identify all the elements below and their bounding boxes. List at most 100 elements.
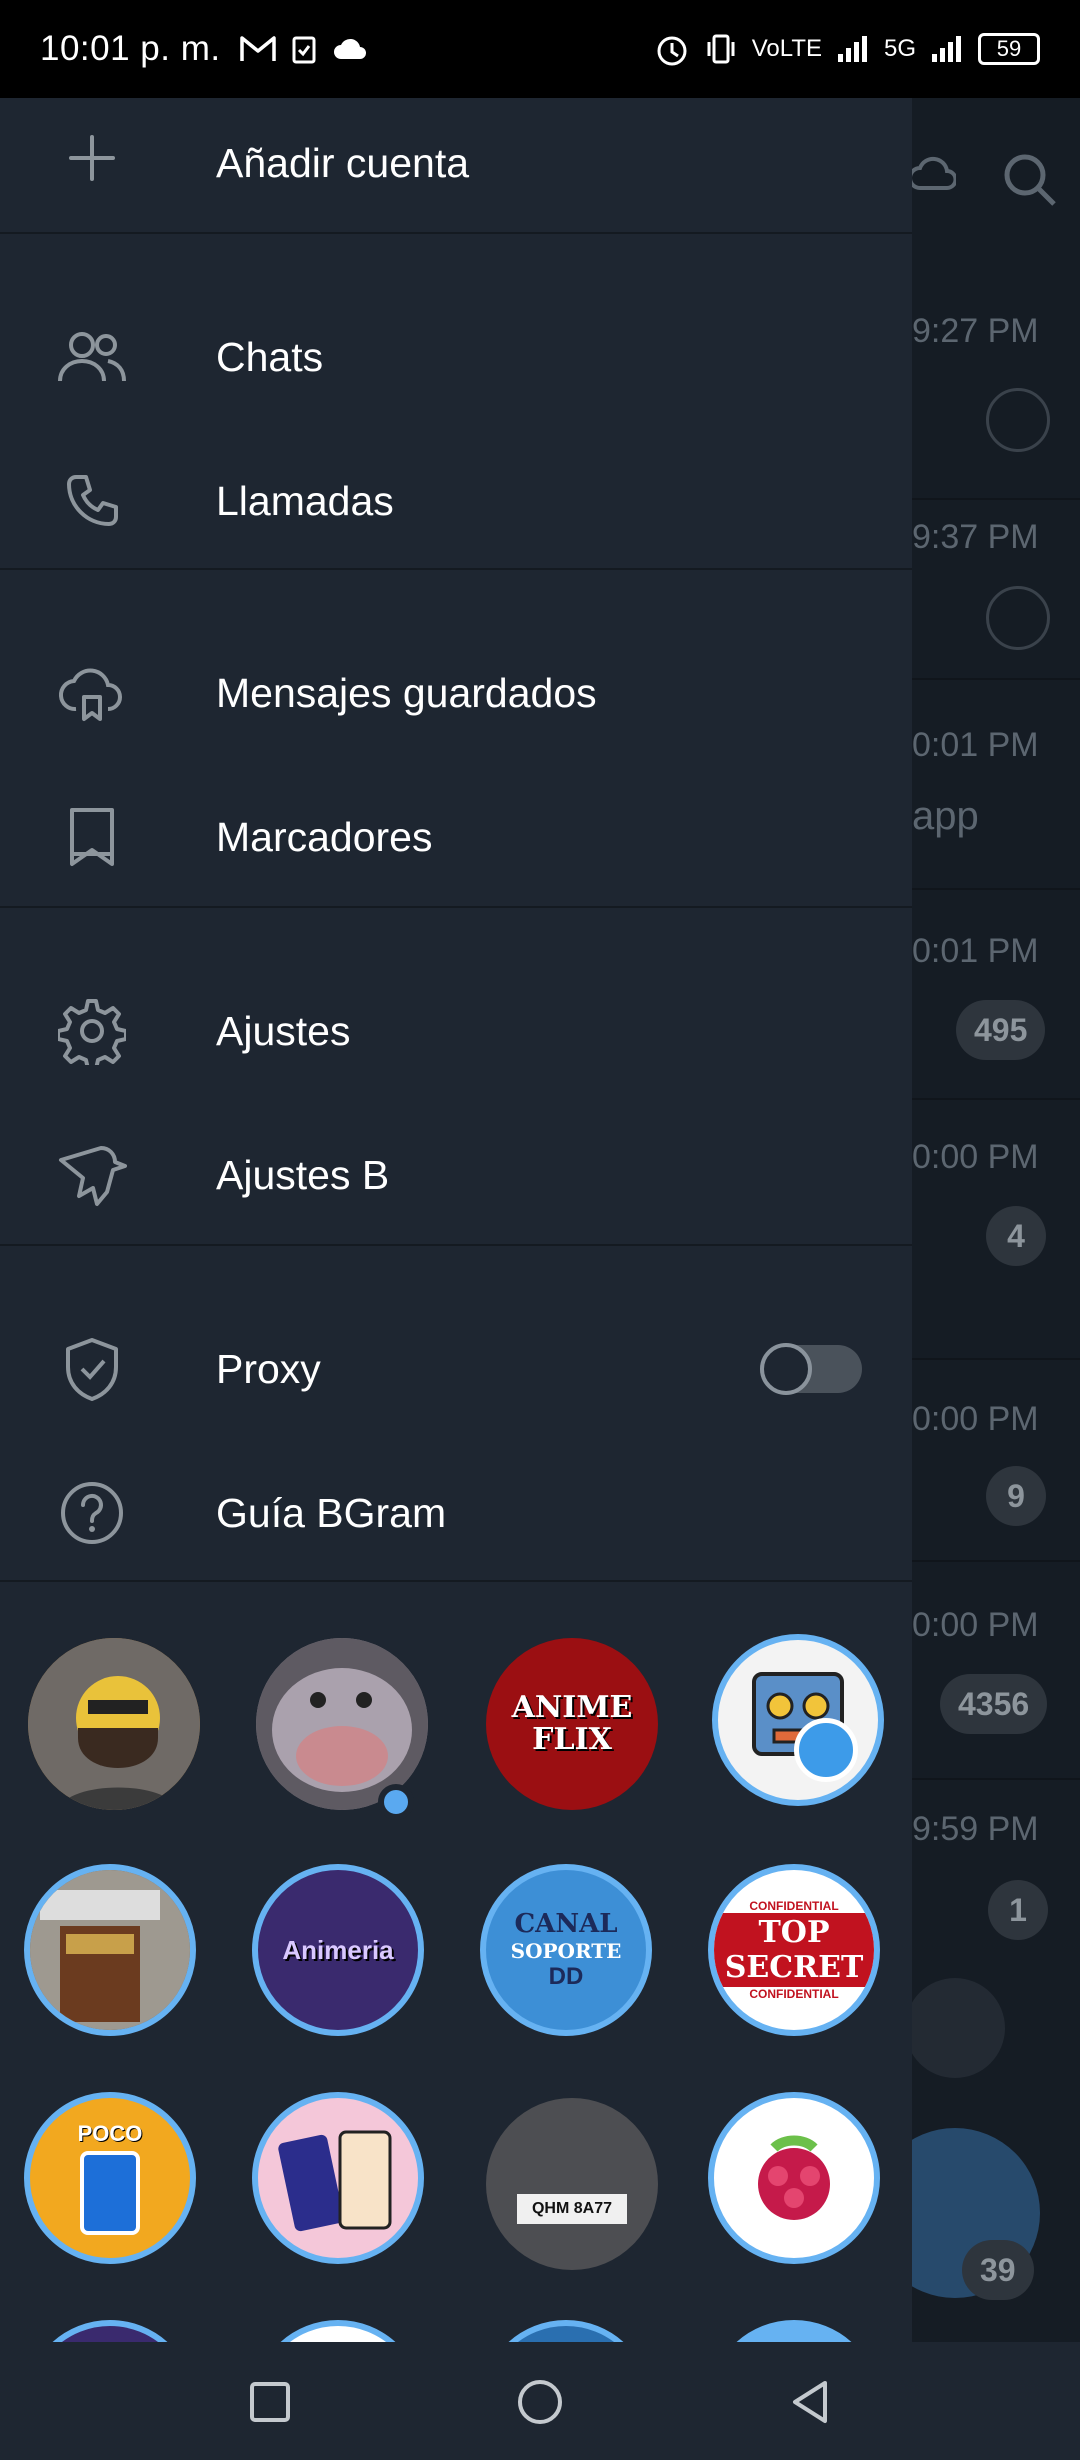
unread-badge: 4356 [940, 1674, 1048, 1734]
avatar-text: QHM 8A77 [517, 2194, 627, 2224]
avatar-cartoon-man[interactable] [28, 1638, 200, 1810]
unread-badge: 495 [956, 1000, 1046, 1060]
avatar-car-plate[interactable]: QHM 8A77 [486, 2098, 658, 2270]
avatar[interactable] [708, 2320, 880, 2342]
menu-item-label: Ajustes [216, 1007, 351, 1054]
avatar-animeria[interactable]: Animeria [252, 1864, 424, 2036]
divider [0, 1244, 912, 1246]
divider [0, 906, 912, 908]
signal-icon [837, 36, 867, 62]
divider [0, 232, 912, 234]
help-icon [56, 1477, 128, 1549]
unread-badge: 4 [986, 1206, 1046, 1266]
home-button[interactable] [510, 2372, 570, 2432]
avatar-poco[interactable]: POCO [24, 2092, 196, 2264]
avatar-canal-soporte[interactable]: CANAL SOPORTE DD [480, 1864, 652, 2036]
unread-badge: 1 [988, 1880, 1048, 1940]
circle-icon [518, 2380, 562, 2424]
phone-image [80, 2151, 140, 2235]
system-navigation-bar [0, 2342, 1080, 2460]
network-label: VoLTE [751, 35, 822, 62]
battery-indicator: 59 [978, 33, 1040, 65]
avatar-phones[interactable] [252, 2092, 424, 2264]
pin-icon [986, 586, 1050, 650]
chat-time: 0:00 PM [912, 1138, 1039, 1176]
chat-time: 0:01 PM [912, 932, 1039, 970]
chat-time: 0:00 PM [912, 1606, 1039, 1644]
cloud-bookmark-icon [56, 657, 128, 729]
back-triangle-icon [793, 2381, 827, 2423]
add-account-button[interactable]: Añadir cuenta [0, 98, 912, 234]
pin-icon [986, 388, 1050, 452]
cloud-icon [908, 156, 956, 190]
signal-icon-2 [932, 36, 961, 62]
status-time: 10:01 p. m. [40, 29, 221, 68]
menu-item-guide[interactable]: Guía BGram [0, 1440, 912, 1586]
avatar-robot-telegram[interactable] [712, 1634, 884, 1806]
avatar-animeflix[interactable]: ANIME FLIX [486, 1638, 658, 1810]
menu-item-label: Guía BGram [216, 1489, 447, 1536]
avatar[interactable] [24, 2320, 196, 2342]
unread-badge: 9 [986, 1466, 1046, 1526]
vibrate-icon [707, 34, 735, 64]
menu-item-label: Marcadores [216, 813, 433, 860]
menu-item-saved-messages[interactable]: Mensajes guardados [0, 620, 912, 766]
menu-item-label: Ajustes B [216, 1151, 390, 1198]
menu-item-settings[interactable]: Ajustes [0, 958, 912, 1104]
menu-item-label: Mensajes guardados [216, 669, 597, 716]
back-button[interactable] [780, 2372, 840, 2432]
chat-time: 9:37 PM [912, 518, 1039, 556]
add-account-label: Añadir cuenta [216, 140, 470, 186]
telegram-icon [794, 1718, 858, 1782]
divider [0, 568, 912, 570]
chat-snippet: app [912, 794, 979, 838]
square-icon [250, 2382, 290, 2422]
avatar-raspberry-pi[interactable] [708, 2092, 880, 2264]
menu-item-chats[interactable]: Chats [0, 284, 912, 430]
plus-icon [56, 122, 128, 194]
menu-item-label: Llamadas [216, 477, 394, 524]
avatar-text: TOP SECRET [714, 1913, 874, 1987]
avatar-text: SOPORTE [510, 1939, 622, 1963]
chat-time: 9:59 PM [912, 1810, 1039, 1848]
avatar-text: POCO [77, 2121, 143, 2146]
menu-item-label: Proxy [216, 1345, 321, 1392]
bookmark-icon [56, 801, 128, 873]
menu-item-bookmarks[interactable]: Marcadores [0, 764, 912, 910]
users-icon [56, 321, 128, 393]
task-icon [292, 36, 316, 64]
chat-time: 0:01 PM [912, 726, 1039, 764]
avatar-top-secret[interactable]: CONFIDENTIAL TOP SECRET CONFIDENTIAL [708, 1864, 880, 2036]
menu-item-label: Chats [216, 333, 324, 380]
avatar[interactable] [252, 2320, 424, 2342]
cloud-icon [333, 38, 366, 59]
unread-badge: 39 [962, 2240, 1034, 2300]
menu-item-proxy[interactable]: Proxy [0, 1296, 912, 1442]
shield-icon [56, 1333, 128, 1405]
network-type: 5G [883, 35, 916, 62]
recents-button[interactable] [240, 2372, 300, 2432]
proxy-toggle[interactable] [760, 1343, 862, 1395]
chat-time: 0:00 PM [912, 1400, 1039, 1438]
avatar-text: Animeria [282, 1934, 394, 1965]
menu-item-calls[interactable]: Llamadas [0, 428, 912, 574]
phone-icon [56, 465, 128, 537]
gmail-icon [239, 36, 276, 61]
gear-icon [56, 995, 128, 1067]
alarm-icon [657, 36, 687, 66]
status-bar: 10:01 p. m. VoLTE 5G 59 [0, 0, 1080, 98]
toggle-knob [760, 1343, 812, 1395]
avatar-text: CONFIDENTIAL [749, 1899, 839, 1913]
avatar[interactable] [480, 2320, 652, 2342]
bird-icon [56, 1139, 128, 1211]
navigation-drawer: Añadir cuenta Chats Llamadas Mensajes gu… [0, 98, 912, 2342]
online-indicator [378, 1784, 414, 1820]
search-icon[interactable] [1000, 150, 1060, 210]
avatar-text: CONFIDENTIAL [749, 1987, 839, 2001]
avatar-text: ANIME FLIX [511, 1690, 633, 1757]
avatar-text: CANAL [514, 1909, 618, 1939]
menu-item-settings-b[interactable]: Ajustes B [0, 1102, 912, 1248]
compose-button[interactable] [905, 1978, 1005, 2078]
chat-time: 9:27 PM [912, 312, 1039, 350]
avatar-indiana-jones[interactable] [24, 1864, 196, 2036]
